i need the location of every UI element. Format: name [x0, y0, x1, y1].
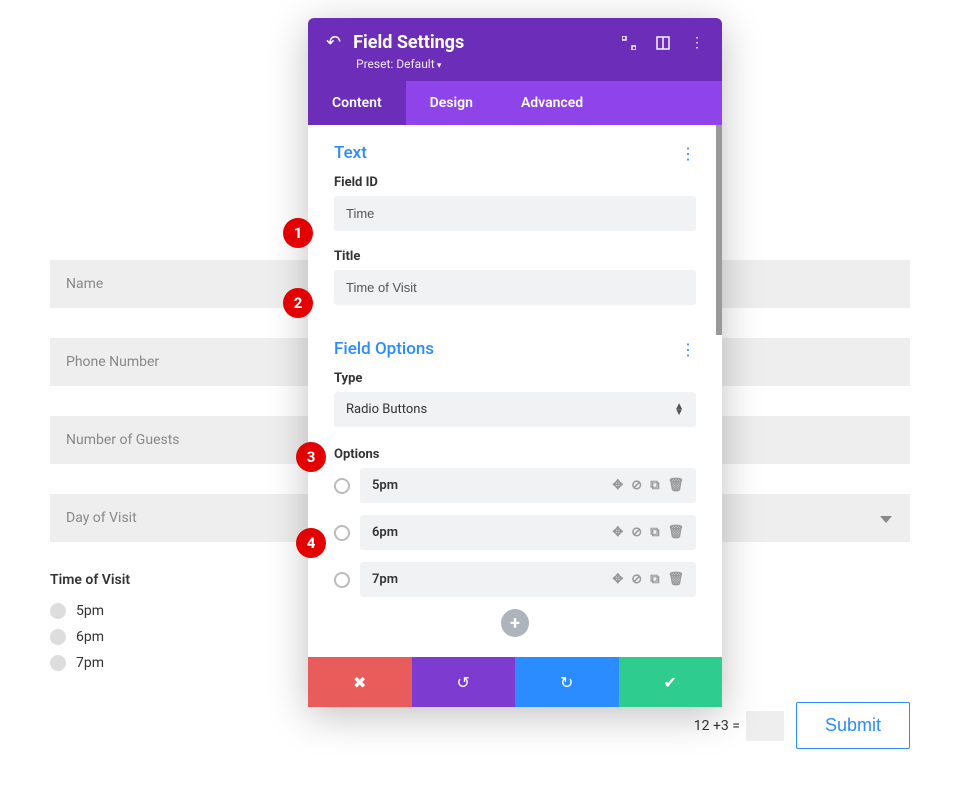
- tab-content[interactable]: Content: [308, 81, 406, 125]
- delete-icon[interactable]: 🗑: [667, 478, 684, 493]
- add-option-button[interactable]: +: [501, 609, 529, 637]
- radio-label: 6pm: [76, 629, 104, 645]
- back-icon[interactable]: ↶: [326, 32, 341, 53]
- captcha-input[interactable]: [746, 711, 784, 741]
- preset-dropdown[interactable]: Preset: Default: [308, 57, 722, 81]
- callout-badge-1: 1: [283, 218, 313, 248]
- option-row-3: 7pm ✥ ⊘ ⧉ 🗑: [334, 562, 696, 597]
- title-input[interactable]: [334, 270, 696, 305]
- option-input-2[interactable]: 6pm ✥ ⊘ ⧉ 🗑: [360, 515, 696, 550]
- redo-button[interactable]: ↻: [515, 657, 619, 707]
- field-id-label: Field ID: [334, 175, 696, 190]
- radio-dot-icon: [50, 603, 66, 619]
- submit-button[interactable]: Submit: [796, 702, 910, 749]
- radio-dot-icon: [50, 655, 66, 671]
- option-value: 6pm: [372, 525, 398, 540]
- expand-icon[interactable]: [622, 35, 636, 51]
- option-input-3[interactable]: 7pm ✥ ⊘ ⧉ 🗑: [360, 562, 696, 597]
- move-icon[interactable]: ✥: [612, 572, 623, 587]
- section-text: Text ⋮ Field ID Title: [308, 125, 722, 311]
- link-icon[interactable]: ⊘: [631, 478, 642, 493]
- panel-header: ↶ Field Settings ⋮ Preset: Default: [308, 18, 722, 81]
- copy-icon[interactable]: ⧉: [650, 478, 659, 493]
- type-label: Type: [334, 371, 696, 386]
- delete-icon[interactable]: 🗑: [667, 572, 684, 587]
- section-text-menu-icon[interactable]: ⋮: [680, 144, 696, 163]
- option-radio-icon[interactable]: [334, 525, 350, 541]
- copy-icon[interactable]: ⧉: [650, 572, 659, 587]
- move-icon[interactable]: ✥: [612, 525, 623, 540]
- more-icon[interactable]: ⋮: [690, 35, 704, 51]
- radio-label: 5pm: [76, 603, 104, 619]
- option-value: 5pm: [372, 478, 398, 493]
- cancel-button[interactable]: ✖: [308, 657, 412, 707]
- option-input-1[interactable]: 5pm ✥ ⊘ ⧉ 🗑: [360, 468, 696, 503]
- select-arrows-icon: ▲▼: [674, 404, 684, 416]
- scrollbar[interactable]: [716, 125, 722, 335]
- callout-badge-2: 2: [283, 288, 313, 318]
- captcha-text: 12 +3 =: [694, 718, 740, 734]
- section-field-options-menu-icon[interactable]: ⋮: [680, 340, 696, 359]
- option-row-1: 5pm ✥ ⊘ ⧉ 🗑: [334, 468, 696, 503]
- undo-button[interactable]: ↺: [412, 657, 516, 707]
- move-icon[interactable]: ✥: [612, 478, 623, 493]
- type-select-value: Radio Buttons: [346, 402, 427, 417]
- title-label: Title: [334, 249, 696, 264]
- panel-tabs: Content Design Advanced: [308, 81, 722, 125]
- radio-dot-icon: [50, 629, 66, 645]
- link-icon[interactable]: ⊘: [631, 525, 642, 540]
- captcha: 12 +3 =: [694, 711, 784, 741]
- snap-icon[interactable]: [656, 35, 670, 51]
- option-radio-icon[interactable]: [334, 478, 350, 494]
- option-radio-icon[interactable]: [334, 572, 350, 588]
- name-placeholder: Name: [66, 276, 103, 292]
- link-icon[interactable]: ⊘: [631, 572, 642, 587]
- section-field-options-title[interactable]: Field Options: [334, 339, 434, 359]
- panel-body: Text ⋮ Field ID Title Field Options ⋮ Ty…: [308, 125, 722, 657]
- options-label: Options: [334, 447, 696, 462]
- section-text-title[interactable]: Text: [334, 143, 367, 163]
- phone-placeholder: Phone Number: [66, 354, 159, 370]
- day-placeholder: Day of Visit: [66, 510, 137, 526]
- panel-footer: ✖ ↺ ↻ ✔: [308, 657, 722, 707]
- form-footer: 12 +3 = Submit: [694, 702, 910, 749]
- option-value: 7pm: [372, 572, 398, 587]
- radio-label: 7pm: [76, 655, 104, 671]
- field-id-input[interactable]: [334, 196, 696, 231]
- guests-placeholder: Number of Guests: [66, 432, 180, 448]
- tab-advanced[interactable]: Advanced: [497, 81, 607, 125]
- callout-badge-3: 3: [296, 442, 326, 472]
- delete-icon[interactable]: 🗑: [667, 525, 684, 540]
- field-settings-panel: ↶ Field Settings ⋮ Preset: Default Conte…: [308, 18, 722, 707]
- copy-icon[interactable]: ⧉: [650, 525, 659, 540]
- save-button[interactable]: ✔: [619, 657, 723, 707]
- option-row-2: 6pm ✥ ⊘ ⧉ 🗑: [334, 515, 696, 550]
- type-select[interactable]: Radio Buttons ▲▼: [334, 392, 696, 427]
- panel-title: Field Settings: [353, 32, 622, 53]
- tab-design[interactable]: Design: [406, 81, 497, 125]
- section-field-options: Field Options ⋮ Type Radio Buttons ▲▼ Op…: [308, 311, 722, 643]
- callout-badge-4: 4: [296, 528, 326, 558]
